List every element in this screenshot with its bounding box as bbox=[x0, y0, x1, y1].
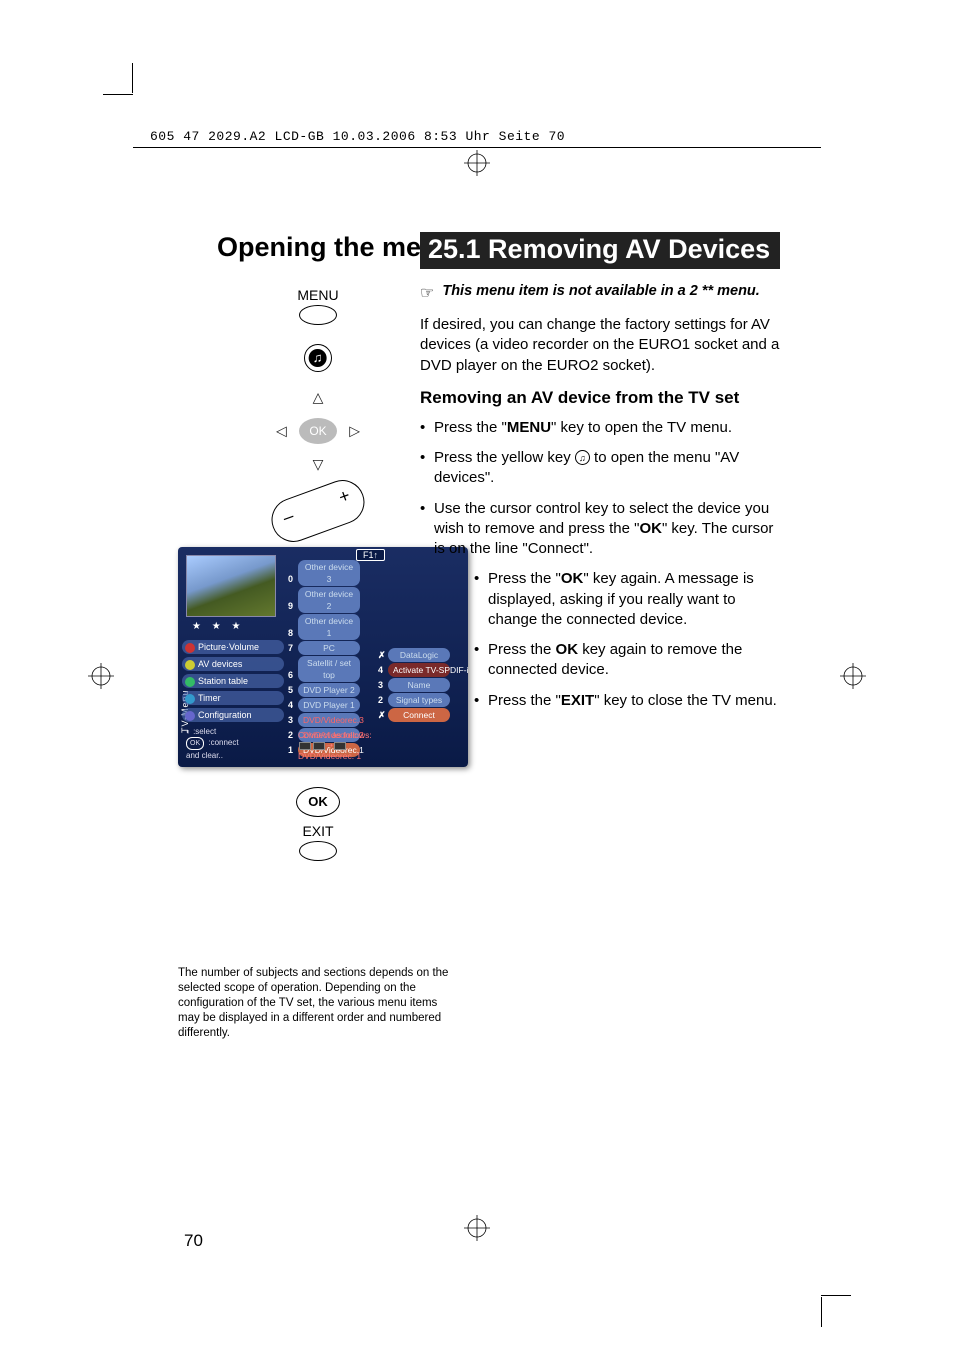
header-rule bbox=[133, 147, 821, 148]
ok-button-icon: OK bbox=[296, 787, 340, 817]
step-item: Press the yellow key ♫ to open the menu … bbox=[420, 448, 780, 489]
subheading: Removing an AV device from the TV set bbox=[420, 388, 780, 408]
osd-side-item: Configuration bbox=[182, 708, 284, 722]
remote-yellow-key bbox=[178, 344, 458, 377]
chevron-down-icon: ▽ bbox=[313, 456, 324, 473]
remote-nav-cluster: △ ◁ OK ▷ ▽ bbox=[178, 391, 458, 471]
crop-mark bbox=[821, 1297, 822, 1327]
oval-button-icon bbox=[299, 305, 337, 325]
chevron-up-icon: △ bbox=[313, 389, 324, 406]
chevron-right-icon: ▷ bbox=[349, 423, 360, 440]
menu-key-label: MENU bbox=[178, 287, 458, 303]
step-item: Press the "OK" key again. A message is d… bbox=[474, 569, 780, 630]
osd-device-list: 0Other device 3 9Other device 2 8Other d… bbox=[288, 559, 374, 758]
osd-preview-thumb bbox=[186, 555, 276, 617]
ok-key-icon: OK bbox=[298, 417, 338, 445]
osd-sidebar: Picture·Volume AV devices Station table … bbox=[182, 637, 284, 725]
step-item: Use the cursor control key to select the… bbox=[420, 499, 780, 560]
music-note-icon: ♫ bbox=[575, 450, 590, 465]
intro-paragraph: If desired, you can change the factory s… bbox=[420, 315, 780, 376]
crop-mark bbox=[821, 1295, 851, 1296]
osd-side-item: Station table bbox=[182, 674, 284, 688]
osd-side-item: Picture·Volume bbox=[182, 640, 284, 654]
page-number: 70 bbox=[184, 1231, 203, 1251]
heading-left: Opening the menu bbox=[178, 232, 458, 263]
nav-icon: ◐ bbox=[186, 727, 191, 736]
pointing-hand-icon: ☞ bbox=[420, 283, 434, 303]
registration-mark-icon bbox=[464, 1215, 490, 1241]
osd-hint: ◐ :select OK :connect and clear.. bbox=[186, 726, 239, 761]
osd-footer: Connect as follows: ➝ DVD/Videorec. 1 bbox=[298, 730, 372, 761]
osd-stars: ★ ★ ★ bbox=[192, 621, 244, 632]
footnote-text: The number of subjects and sections depe… bbox=[178, 966, 458, 1041]
step-item: Press the "MENU" key to open the TV menu… bbox=[420, 418, 780, 438]
registration-mark-icon bbox=[88, 663, 114, 689]
music-note-icon bbox=[304, 344, 332, 372]
heading-right: 25.1 Removing AV Devices bbox=[420, 232, 780, 269]
oval-button-icon bbox=[299, 841, 337, 861]
volume-rocker-icon bbox=[265, 474, 370, 548]
remote-menu-key: MENU bbox=[178, 287, 458, 330]
note-text: This menu item is not available in a 2 *… bbox=[442, 283, 759, 303]
registration-mark-icon bbox=[840, 663, 866, 689]
step-item: Press the OK key again to remove the con… bbox=[474, 640, 780, 681]
crop-mark bbox=[132, 63, 133, 93]
osd-side-item: Timer bbox=[182, 691, 284, 705]
note-line: ☞ This menu item is not available in a 2… bbox=[420, 283, 780, 303]
registration-mark-icon bbox=[464, 150, 490, 176]
osd-side-item: AV devices bbox=[182, 657, 284, 671]
print-header: 605 47 2029.A2 LCD-GB 10.03.2006 8:53 Uh… bbox=[150, 129, 565, 144]
crop-mark bbox=[103, 94, 133, 95]
step-item: Press the "EXIT" key to close the TV men… bbox=[474, 691, 780, 711]
chevron-left-icon: ◁ bbox=[276, 423, 287, 440]
exit-key-label: EXIT bbox=[178, 823, 458, 839]
